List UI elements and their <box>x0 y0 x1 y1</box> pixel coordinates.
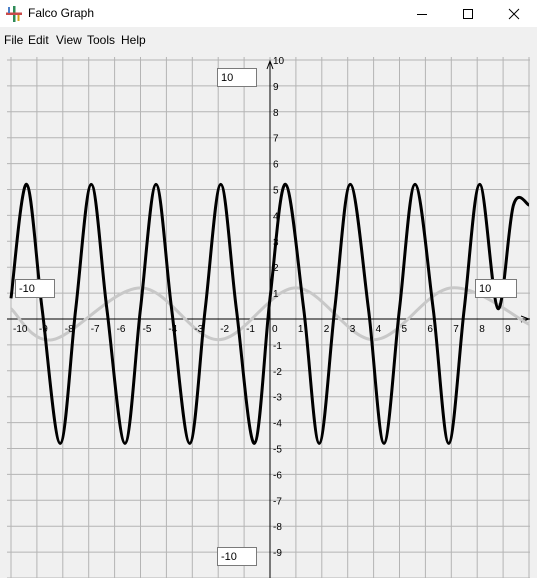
x-max-input[interactable] <box>475 279 517 298</box>
graph-canvas[interactable]: -10 -9 -8 -7 -6 -5 -4 -3 -2 -1 0 1 2 3 4 5 6 7 8 9109876543… <box>7 57 530 578</box>
menu-help[interactable]: Help <box>121 33 146 47</box>
minimize-icon <box>417 13 427 15</box>
y-tick-label: -8 <box>273 522 282 533</box>
maximize-button[interactable] <box>445 0 491 27</box>
x-tick-label: -3 <box>194 324 203 335</box>
maximize-icon <box>463 8 473 19</box>
y-tick-label: 9 <box>273 82 279 93</box>
y-tick-label: -7 <box>273 496 282 507</box>
x-tick-label: -2 <box>220 324 229 335</box>
y-tick-label: 4 <box>273 211 279 222</box>
y-tick-label: 10 <box>273 57 285 67</box>
x-tick-label: -1 <box>246 324 255 335</box>
menu-edit[interactable]: Edit <box>28 33 49 47</box>
x-tick-label: 3 <box>350 324 356 335</box>
menu-file[interactable]: File <box>4 33 23 47</box>
y-tick-label: -5 <box>273 445 282 456</box>
y-tick-label: 8 <box>273 108 279 119</box>
menu-tools[interactable]: Tools <box>87 33 115 47</box>
y-tick-label: 6 <box>273 160 279 171</box>
y-tick-label: 5 <box>273 186 279 197</box>
y-tick-label: 1 <box>273 289 279 300</box>
close-button[interactable] <box>491 0 537 27</box>
y-tick-label: 7 <box>273 134 279 145</box>
minimize-button[interactable] <box>399 0 445 27</box>
x-tick-label: -9 <box>39 324 48 335</box>
x-tick-label: 1 <box>298 324 304 335</box>
x-tick-label: 5 <box>402 324 408 335</box>
x-tick-label: -8 <box>65 324 74 335</box>
x-tick-label: 4 <box>376 324 382 335</box>
y-tick-label: -4 <box>273 419 282 430</box>
y-tick-label: -9 <box>273 548 282 559</box>
x-tick-label: 7 <box>453 324 459 335</box>
title-bar: Falco Graph <box>0 0 537 27</box>
x-tick-label: 8 <box>479 324 485 335</box>
window-title: Falco Graph <box>28 6 95 20</box>
x-tick-label: 9 <box>505 324 511 335</box>
y-tick-label: -3 <box>273 393 282 404</box>
y-min-input[interactable] <box>217 547 257 566</box>
x-tick-label: 0 <box>272 324 278 335</box>
x-tick-label: -7 <box>91 324 100 335</box>
falco-graph-icon <box>6 6 22 22</box>
x-tick-label: -4 <box>168 324 177 335</box>
x-min-input[interactable] <box>15 279 55 298</box>
menu-view[interactable]: View <box>56 33 82 47</box>
y-tick-label: -2 <box>273 367 282 378</box>
menu-bar: File Edit View Tools Help <box>0 27 537 53</box>
x-tick-label: -5 <box>143 324 152 335</box>
graph-plot-area[interactable]: -10 -9 -8 -7 -6 -5 -4 -3 -2 -1 0 1 2 3 4 5 6 7 8 9 10 9 8 7 6 5 4 3… <box>7 57 530 578</box>
close-icon <box>508 8 520 19</box>
x-tick-label: -10 <box>13 324 28 335</box>
y-max-input[interactable] <box>217 68 257 87</box>
x-tick-label: 6 <box>427 324 433 335</box>
y-tick-label: 3 <box>273 237 279 248</box>
x-tick-label: -6 <box>117 324 126 335</box>
y-tick-label: -1 <box>273 341 282 352</box>
y-tick-label: 2 <box>273 263 279 274</box>
y-tick-label: -6 <box>273 470 282 481</box>
x-tick-label: 2 <box>324 324 330 335</box>
